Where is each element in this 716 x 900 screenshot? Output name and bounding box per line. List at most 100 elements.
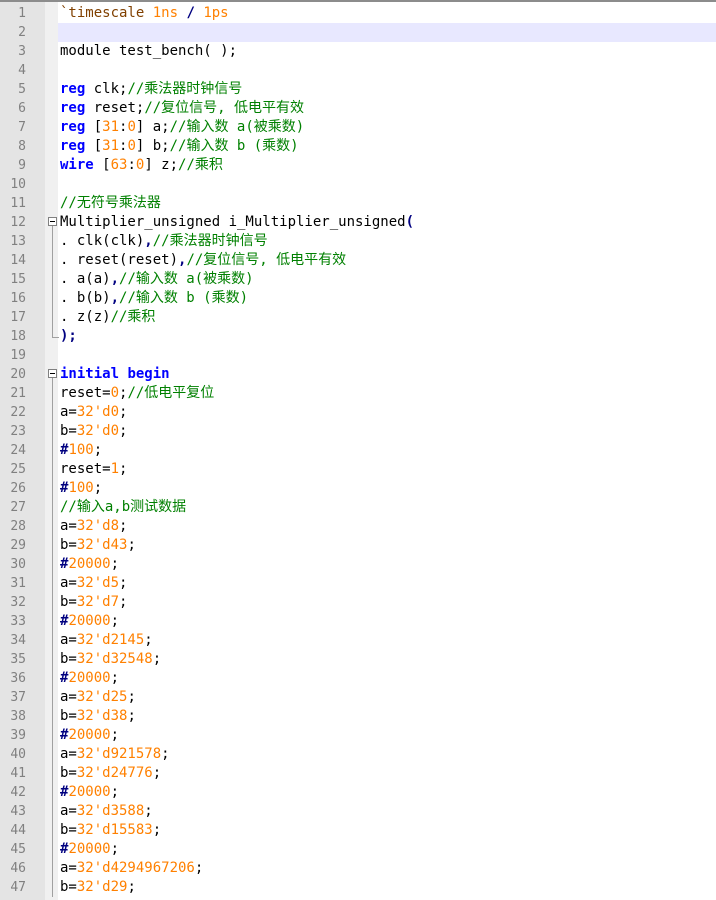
code-line[interactable]: 37 a=32'd25; — [0, 688, 716, 707]
code-line[interactable]: 22 a=32'd0; — [0, 403, 716, 422]
line-number: 41 — [10, 766, 26, 781]
code-text-area[interactable]: 1 `timescale 1ns / 1ps 2 3 module test_bench… — [0, 4, 716, 897]
code-text: b=32'd7; — [60, 593, 127, 612]
code-token: a= — [60, 689, 77, 705]
code-token: b= — [60, 594, 77, 610]
code-line[interactable]: 1 `timescale 1ns / 1ps — [0, 4, 716, 23]
code-line[interactable]: 15 . a(a),//输入数 a(被乘数) — [0, 270, 716, 289]
line-number: 8 — [18, 139, 26, 154]
line-number: 34 — [10, 633, 26, 648]
code-line[interactable]: 44 b=32'd15583; — [0, 821, 716, 840]
code-line[interactable]: 2 — [0, 23, 716, 42]
code-line[interactable]: 30 #20000; — [0, 555, 716, 574]
code-editor[interactable]: 1 `timescale 1ns / 1ps 2 3 module test_bench… — [0, 0, 716, 900]
code-line[interactable]: 3 module test_bench( ); — [0, 42, 716, 61]
code-token: 32'd3588 — [76, 803, 145, 819]
code-text: ); — [60, 327, 77, 346]
code-line[interactable]: 43 a=32'd3588; — [0, 802, 716, 821]
editor-top-border — [0, 0, 716, 2]
fold-guide-line — [52, 631, 53, 650]
code-line[interactable]: 6 reg reset;//复位信号, 低电平有效 — [0, 99, 716, 118]
code-token: 1ps — [203, 5, 229, 21]
code-line[interactable]: 36 #20000; — [0, 669, 716, 688]
fold-collapse-icon[interactable] — [48, 369, 57, 378]
code-token: begin — [127, 366, 170, 382]
code-token: ; — [194, 860, 204, 876]
code-line[interactable]: 11 //无符号乘法器 — [0, 194, 716, 213]
fold-guide-line — [52, 840, 53, 859]
code-token: . z(z) — [60, 309, 111, 325]
code-line[interactable]: 10 — [0, 175, 716, 194]
code-token: reset; — [85, 100, 145, 116]
code-line[interactable]: 35 b=32'd32548; — [0, 650, 716, 669]
code-line[interactable]: 9 wire [63:0] z;//乘积 — [0, 156, 716, 175]
code-token: . clk(clk) — [60, 233, 145, 249]
code-line[interactable]: 45 #20000; — [0, 840, 716, 859]
code-line[interactable]: 13 . clk(clk),//乘法器时钟信号 — [0, 232, 716, 251]
line-number: 23 — [10, 424, 26, 439]
line-number: 27 — [10, 500, 26, 515]
fold-guide-line — [52, 270, 53, 289]
code-line[interactable]: 40 a=32'd921578; — [0, 745, 716, 764]
code-line[interactable]: 20 initial begin — [0, 365, 716, 384]
code-line[interactable]: 8 reg [31:0] b;//输入数 b (乘数) — [0, 137, 716, 156]
code-token: [ — [93, 157, 111, 173]
code-line[interactable]: 14 . reset(reset),//复位信号, 低电平有效 — [0, 251, 716, 270]
code-line[interactable]: 24 #100; — [0, 441, 716, 460]
code-line[interactable]: 34 a=32'd2145; — [0, 631, 716, 650]
code-token: ; — [119, 594, 128, 610]
fold-guide-line — [52, 593, 53, 612]
code-text: reg [31:0] a;//输入数 a(被乘数) — [60, 118, 304, 137]
code-line[interactable]: 39 #20000; — [0, 726, 716, 745]
code-line[interactable]: 41 b=32'd24776; — [0, 764, 716, 783]
code-text: . z(z)//乘积 — [60, 308, 155, 327]
line-number: 16 — [10, 291, 26, 306]
code-token: ; — [127, 879, 136, 895]
code-line[interactable]: 7 reg [31:0] a;//输入数 a(被乘数) — [0, 118, 716, 137]
code-text: a=32'd4294967206; — [60, 859, 203, 878]
code-line[interactable]: 16 . b(b),//输入数 b (乘数) — [0, 289, 716, 308]
code-token: 32'd29 — [76, 879, 128, 895]
code-line[interactable]: 29 b=32'd43; — [0, 536, 716, 555]
code-text: . clk(clk),//乘法器时钟信号 — [60, 232, 268, 251]
code-line[interactable]: 46 a=32'd4294967206; — [0, 859, 716, 878]
code-token: [ — [85, 119, 103, 135]
code-text: b=32'd43; — [60, 536, 136, 555]
code-line[interactable]: 33 #20000; — [0, 612, 716, 631]
code-line[interactable]: 27 //输入a,b测试数据 — [0, 498, 716, 517]
code-line[interactable]: 12 Multiplier_unsigned i_Multiplier_unsig… — [0, 213, 716, 232]
code-token: 1 — [110, 461, 120, 477]
code-line[interactable]: 38 b=32'd38; — [0, 707, 716, 726]
code-token: a= — [60, 575, 77, 591]
code-line[interactable]: 5 reg clk;//乘法器时钟信号 — [0, 80, 716, 99]
fold-guide-line — [52, 517, 53, 536]
code-line[interactable]: 26 #100; — [0, 479, 716, 498]
fold-guide-line — [52, 783, 53, 802]
line-number: 47 — [10, 880, 26, 895]
code-token: a= — [60, 404, 77, 420]
code-token: ; — [152, 651, 162, 667]
code-text: module test_bench( ); — [60, 42, 237, 61]
code-line[interactable]: 18); — [0, 327, 716, 346]
code-token: //复位信号, 低电平有效 — [186, 252, 347, 268]
code-line[interactable]: 19 — [0, 346, 716, 365]
line-number: 42 — [10, 785, 26, 800]
code-token: //乘积 — [178, 157, 223, 173]
code-text: a=32'd921578; — [60, 745, 170, 764]
fold-collapse-icon[interactable] — [48, 217, 57, 226]
code-text: #100; — [60, 441, 102, 460]
code-line[interactable]: 32 b=32'd7; — [0, 593, 716, 612]
code-line[interactable]: 17 . z(z)//乘积 — [0, 308, 716, 327]
code-line[interactable]: 23 b=32'd0; — [0, 422, 716, 441]
code-line[interactable]: 25 reset=1; — [0, 460, 716, 479]
fold-guide-line — [52, 745, 53, 764]
code-line[interactable]: 47 b=32'd29; — [0, 878, 716, 897]
code-line[interactable]: 4 — [0, 61, 716, 80]
code-line[interactable]: 31 a=32'd5; — [0, 574, 716, 593]
code-token: b= — [60, 822, 77, 838]
code-token: a= — [60, 803, 77, 819]
code-line[interactable]: 42 #20000; — [0, 783, 716, 802]
code-line[interactable]: 28 a=32'd8; — [0, 517, 716, 536]
code-line[interactable]: 21 reset=0;//低电平复位 — [0, 384, 716, 403]
code-token: ; — [110, 727, 120, 743]
